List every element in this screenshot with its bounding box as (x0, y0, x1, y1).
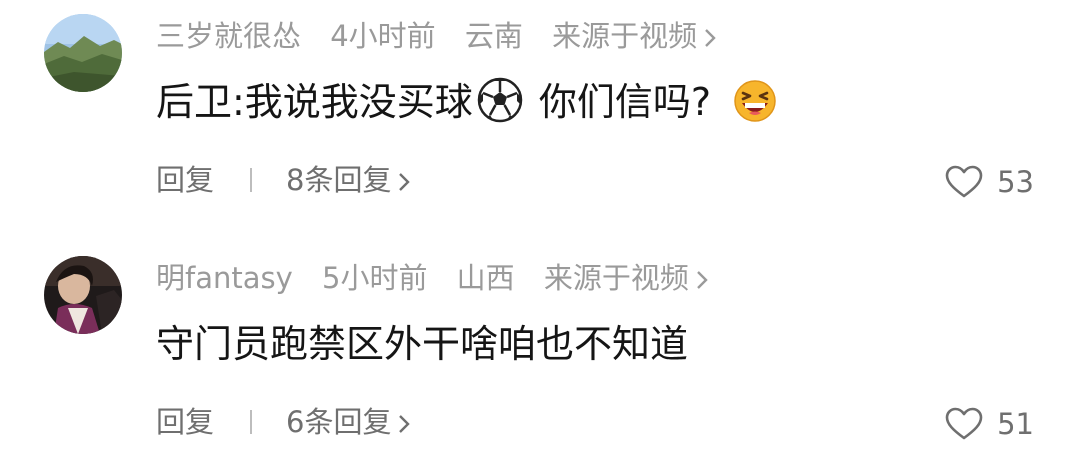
like-count: 51 (997, 407, 1034, 441)
view-replies-button[interactable]: 6条回复 (286, 400, 411, 444)
laughing-face-icon (733, 79, 777, 136)
comment-actions: 回复 8条回复 53 (156, 158, 1080, 202)
comment-text: 守门员跑禁区外干啥咱也不知道 (156, 318, 688, 370)
like-button[interactable]: 51 (945, 400, 1034, 446)
view-replies-button[interactable]: 8条回复 (286, 158, 411, 202)
location: 山西 (456, 261, 515, 295)
avatar[interactable] (44, 256, 122, 334)
username[interactable]: 明fantasy (156, 261, 293, 295)
chevron-right-icon (399, 415, 411, 433)
comment-meta: 三岁就很怂 4小时前 云南 来源于视频 (156, 16, 717, 56)
comment-text-part: 后卫:我说我没买球 (156, 80, 473, 124)
username[interactable]: 三岁就很怂 (156, 19, 301, 53)
comment-meta: 明fantasy 5小时前 山西 来源于视频 (156, 258, 709, 298)
comment-text-part: 守门员跑禁区外干啥咱也不知道 (156, 322, 689, 366)
source-link[interactable]: 来源于视频 (552, 19, 697, 53)
timestamp: 4小时前 (330, 19, 436, 53)
divider (250, 168, 252, 192)
location: 云南 (464, 19, 523, 53)
soccer-ball-icon (477, 77, 523, 136)
replies-count-label: 8条回复 (286, 163, 392, 197)
comment-text-part: 你们信吗? (526, 80, 712, 124)
like-button[interactable]: 53 (945, 158, 1034, 204)
chevron-right-icon (399, 173, 411, 191)
chevron-right-icon[interactable] (703, 27, 717, 49)
comment-actions: 回复 6条回复 51 (156, 400, 1080, 444)
avatar[interactable] (44, 14, 122, 92)
like-count: 53 (997, 165, 1034, 199)
reply-button[interactable]: 回复 (156, 158, 214, 202)
heart-icon (945, 165, 983, 198)
heart-icon (945, 407, 983, 440)
replies-count-label: 6条回复 (286, 405, 392, 439)
chevron-right-icon[interactable] (695, 269, 709, 291)
reply-button[interactable]: 回复 (156, 400, 214, 444)
timestamp: 5小时前 (322, 261, 428, 295)
divider (250, 410, 252, 434)
comment-text: 后卫:我说我没买球 你们信吗? (156, 76, 781, 136)
source-link[interactable]: 来源于视频 (544, 261, 689, 295)
